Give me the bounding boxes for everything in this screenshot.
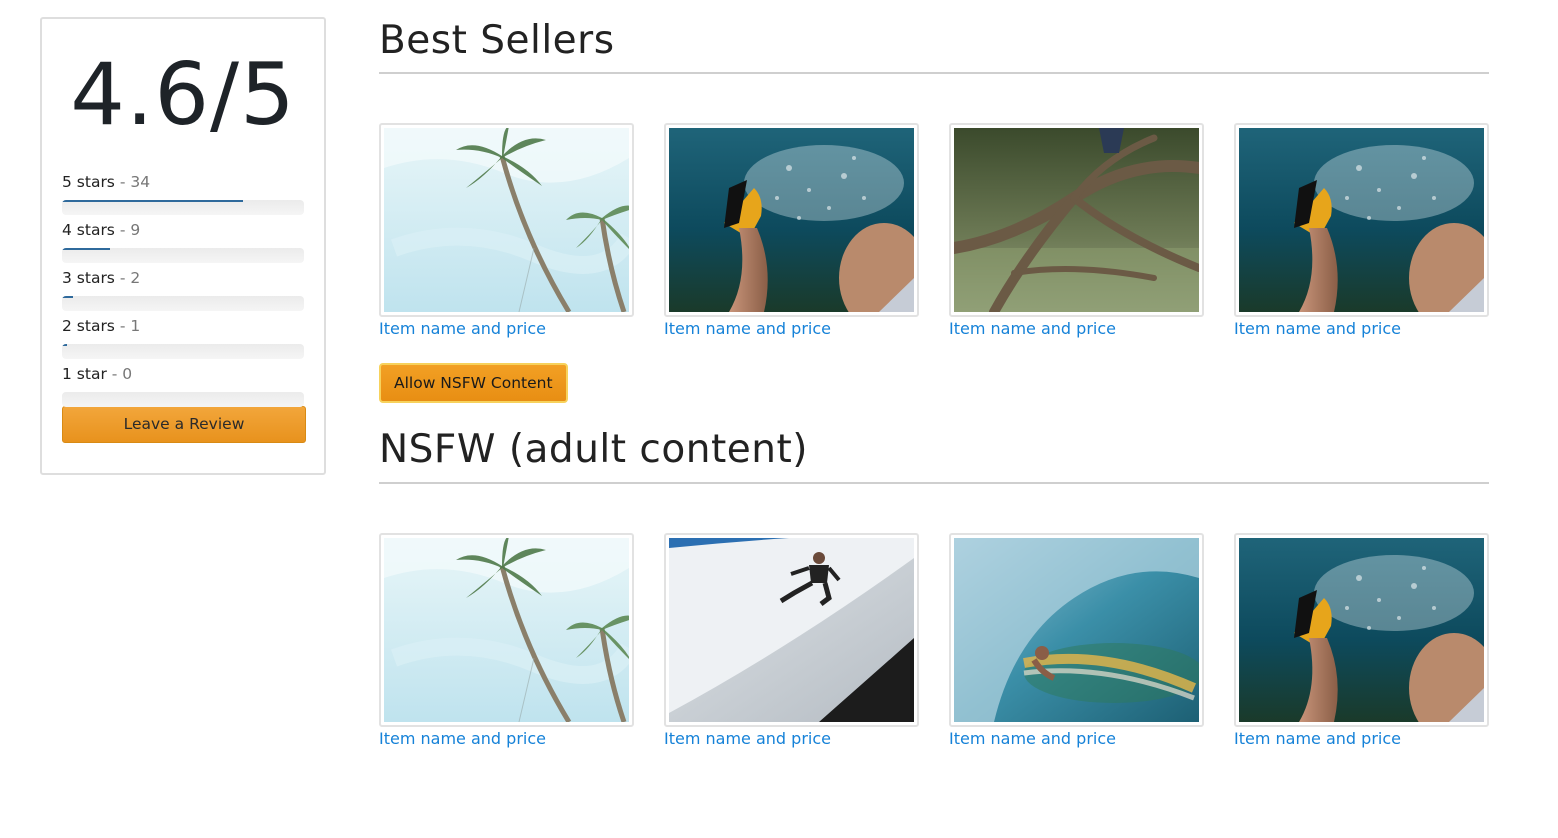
product-thumbnail[interactable] [949,123,1204,317]
rating-row-3: 3 stars - 2 [62,269,304,317]
product-link[interactable]: Item name and price [949,319,1204,339]
product-thumbnail[interactable] [664,533,919,727]
allow-nsfw-button[interactable]: Allow NSFW Content [379,363,568,403]
product-card: Item name and price [664,123,919,339]
product-link[interactable]: Item name and price [1234,319,1489,339]
underwater-fins-image [669,128,914,312]
rating-row-2: 2 stars - 1 [62,317,304,365]
rating-bar [62,296,304,311]
product-thumbnail[interactable] [1234,533,1489,727]
product-card: Item name and price [379,123,634,339]
product-thumbnail[interactable] [379,533,634,727]
palm-trees-image [384,128,629,312]
rating-label: 3 stars [62,269,115,287]
rating-bar [62,248,304,263]
rating-bar [62,392,304,407]
rating-breakdown: 5 stars - 34 4 stars - 9 3 stars - 2 2 s… [62,173,304,413]
rating-row-4: 4 stars - 9 [62,221,304,269]
skater-jump-image [669,538,914,722]
product-thumbnail[interactable] [949,533,1204,727]
rating-label: 5 stars [62,173,115,191]
rating-bar-fill [62,200,243,202]
product-link[interactable]: Item name and price [949,729,1204,749]
average-rating: 4.6/5 [70,45,296,145]
product-card: Item name and price [1234,533,1489,749]
palm-trees-image [384,538,629,722]
product-link[interactable]: Item name and price [379,729,634,749]
tree-branches-image [954,128,1199,312]
product-card: Item name and price [949,123,1204,339]
rating-panel: 4.6/5 5 stars - 34 4 stars - 9 3 stars -… [40,17,326,475]
product-card: Item name and price [379,533,634,749]
rating-label: 2 stars [62,317,115,335]
product-card: Item name and price [949,533,1204,749]
product-thumbnail[interactable] [664,123,919,317]
rating-count: - 34 [119,173,151,191]
rating-label: 1 star [62,365,107,383]
best-sellers-heading: Best Sellers [379,18,615,63]
rating-bar-fill [62,248,110,250]
rating-bar [62,344,304,359]
surfer-wave-image [954,538,1199,722]
section-divider [379,482,1489,484]
rating-count: - 9 [119,221,141,239]
nsfw-heading: NSFW (adult content) [379,427,808,472]
rating-count: - 2 [119,269,141,287]
rating-bar-fill [62,296,73,298]
rating-bar-fill [62,344,68,346]
section-divider [379,72,1489,74]
product-card: Item name and price [664,533,919,749]
product-link[interactable]: Item name and price [379,319,634,339]
underwater-fins-image [1239,538,1484,722]
product-link[interactable]: Item name and price [664,729,919,749]
leave-review-button[interactable]: Leave a Review [62,406,306,443]
rating-bar [62,200,304,215]
rating-label: 4 stars [62,221,115,239]
product-link[interactable]: Item name and price [664,319,919,339]
product-link[interactable]: Item name and price [1234,729,1489,749]
rating-count: - 1 [119,317,141,335]
underwater-fins-image [1239,128,1484,312]
rating-count: - 0 [111,365,133,383]
rating-row-5: 5 stars - 34 [62,173,304,221]
product-card: Item name and price [1234,123,1489,339]
product-thumbnail[interactable] [379,123,634,317]
product-thumbnail[interactable] [1234,123,1489,317]
rating-row-1: 1 star - 0 [62,365,304,413]
